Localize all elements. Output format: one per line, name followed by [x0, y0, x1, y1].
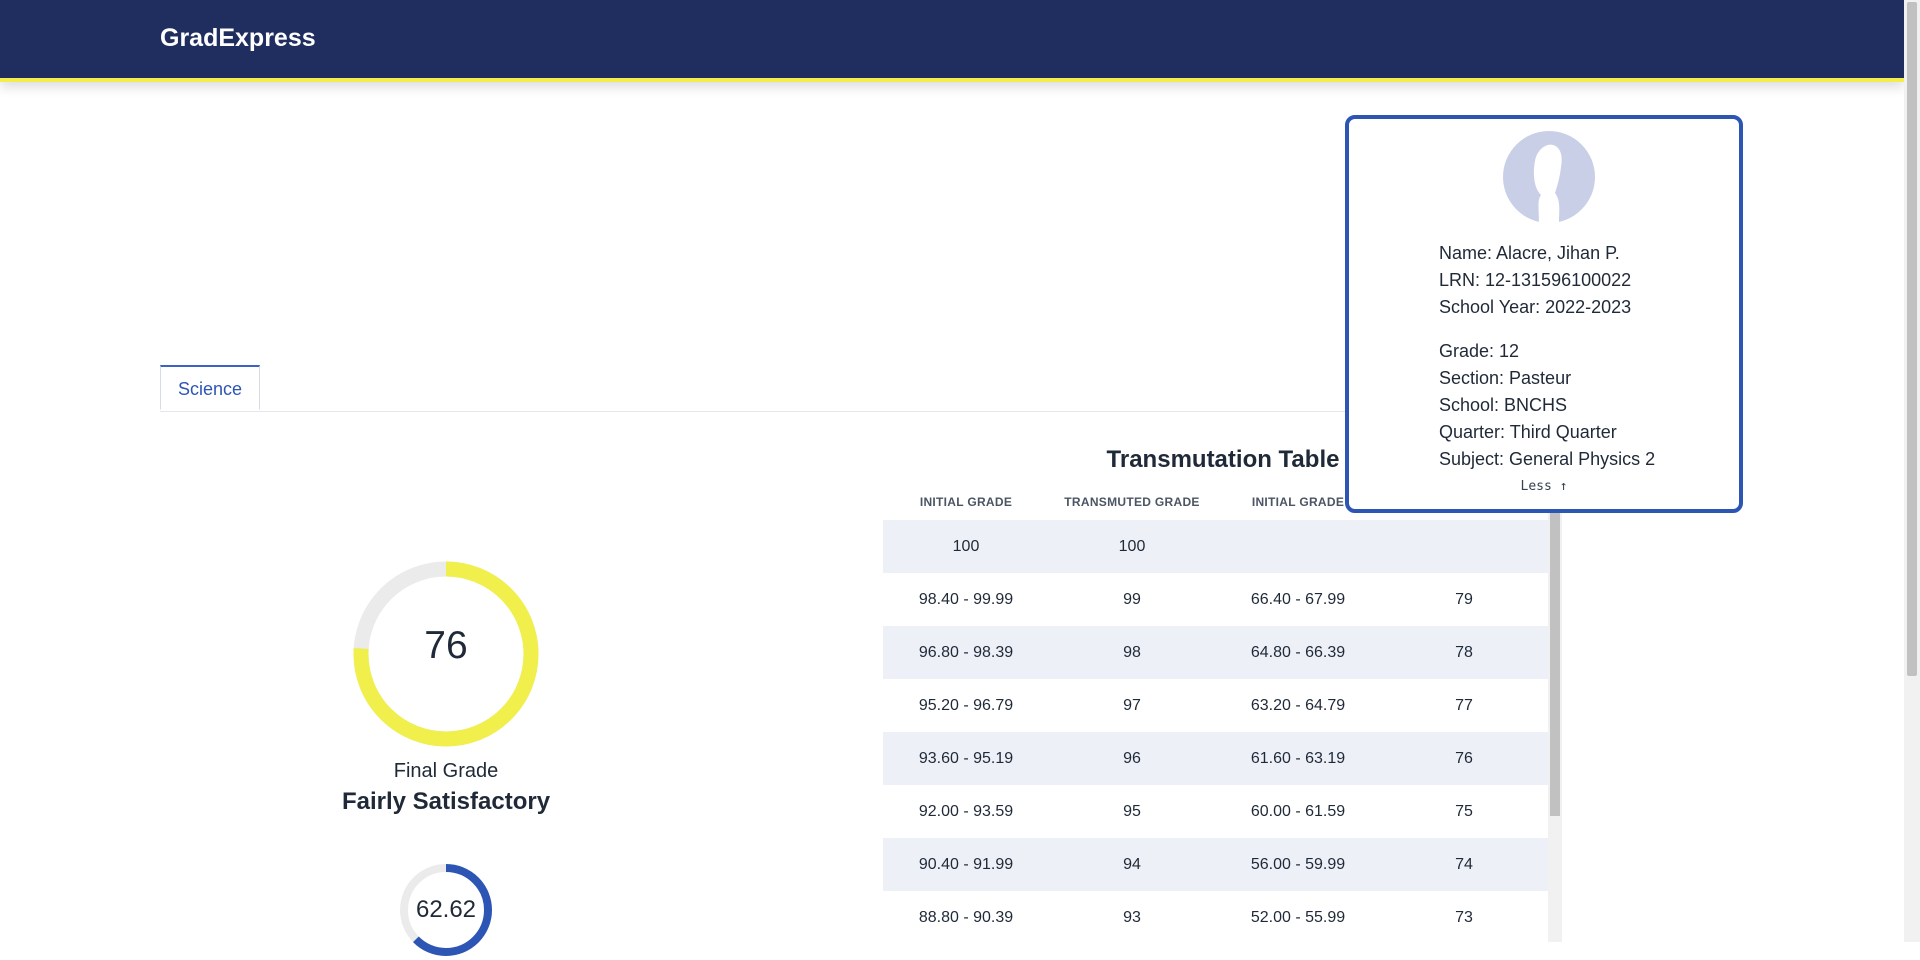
- final-grade-value: 76: [424, 624, 468, 667]
- table-cell: 73: [1455, 909, 1473, 926]
- table-cell: 96: [1123, 750, 1141, 767]
- table-scrollbar[interactable]: [1548, 508, 1562, 942]
- final-grade-label: Final Grade: [393, 760, 499, 782]
- table-cell: 95: [1123, 803, 1141, 820]
- page-scrollbar[interactable]: [1904, 0, 1920, 942]
- student-grade-level: Grade: 12: [1439, 341, 1520, 361]
- student-section: Section: Pasteur: [1439, 368, 1572, 388]
- user-silhouette-icon: [1503, 131, 1595, 223]
- table-cell: [1215, 520, 1381, 573]
- transmutation-table-body[interactable]: 100 100 98.40 - 99.99 99 66.40 - 67.99 79 96.8…: [883, 520, 1548, 942]
- student-lrn: LRN: 12-131596100022: [1439, 270, 1632, 290]
- column-header: TRANSMUTED GRADE: [1064, 495, 1200, 509]
- table-cell: 97: [1123, 697, 1141, 714]
- table-cell: [1381, 520, 1547, 573]
- table-row: 88.80 - 90.39 93 52.00 - 55.99 73: [883, 891, 1548, 942]
- table-cell: 76: [1455, 750, 1473, 767]
- table-cell: 93.60 - 95.19: [918, 750, 1014, 767]
- column-header: INITIAL GRADE: [919, 495, 1013, 509]
- top-navbar: GradExpress: [0, 0, 1904, 82]
- app-brand[interactable]: GradExpress: [160, 24, 316, 53]
- table-cell: 94: [1123, 856, 1141, 873]
- table-cell: 74: [1455, 856, 1473, 873]
- table-cell: 63.20 - 64.79: [1250, 697, 1346, 714]
- student-school: School: BNCHS: [1439, 395, 1568, 415]
- table-cell: 92.00 - 93.59: [918, 803, 1014, 820]
- initial-grade-value: 62.62: [415, 896, 477, 923]
- tab-science[interactable]: Science: [160, 365, 261, 410]
- table-cell: 56.00 - 59.99: [1250, 856, 1346, 873]
- table-row: 92.00 - 93.59 95 60.00 - 61.59 75: [883, 785, 1548, 838]
- table-row: 100 100: [883, 520, 1548, 573]
- table-row: 96.80 - 98.39 98 64.80 - 66.39 78: [883, 626, 1548, 679]
- table-cell: 61.60 - 63.19: [1250, 750, 1346, 767]
- table-row: 98.40 - 99.99 99 66.40 - 67.99 79: [883, 573, 1548, 626]
- table-cell: 93: [1123, 909, 1141, 926]
- table-cell: 78: [1455, 644, 1473, 661]
- table-cell: 75: [1455, 803, 1473, 820]
- table-row: 95.20 - 96.79 97 63.20 - 64.79 77: [883, 679, 1548, 732]
- table-cell: 90.40 - 91.99: [918, 856, 1014, 873]
- student-name: Name: Alacre, Jihan P.: [1439, 243, 1620, 263]
- table-cell: 99: [1123, 591, 1141, 608]
- table-cell: 88.80 - 90.39: [918, 909, 1014, 926]
- student-subject: Subject: General Physics 2: [1439, 449, 1656, 469]
- table-cell: 100: [1118, 538, 1146, 555]
- table-cell: 98: [1123, 644, 1141, 661]
- table-cell: 96.80 - 98.39: [918, 644, 1014, 661]
- less-toggle-link[interactable]: Less ↑: [1349, 479, 1739, 494]
- table-cell: 95.20 - 96.79: [918, 697, 1014, 714]
- student-quarter: Quarter: Third Quarter: [1439, 422, 1617, 442]
- table-row: 90.40 - 91.99 94 56.00 - 59.99 74: [883, 838, 1548, 891]
- table-cell: 79: [1455, 591, 1473, 608]
- final-grade-descriptor: Fairly Satisfactory: [341, 788, 551, 815]
- student-info-card: Name: Alacre, Jihan P. LRN: 12-131596100…: [1345, 115, 1743, 513]
- table-cell: 64.80 - 66.39: [1250, 644, 1346, 661]
- table-cell: 60.00 - 61.59: [1250, 803, 1346, 820]
- table-cell: 77: [1455, 697, 1473, 714]
- page-scrollbar-thumb[interactable]: [1907, 2, 1917, 676]
- table-scrollbar-thumb[interactable]: [1550, 508, 1560, 816]
- table-row: 93.60 - 95.19 96 61.60 - 63.19 76: [883, 732, 1548, 785]
- table-cell: 100: [952, 538, 980, 555]
- table-cell: 52.00 - 55.99: [1250, 909, 1346, 926]
- table-cell: 98.40 - 99.99: [918, 591, 1014, 608]
- student-school-year: School Year: 2022-2023: [1439, 297, 1632, 317]
- table-cell: 66.40 - 67.99: [1250, 591, 1346, 608]
